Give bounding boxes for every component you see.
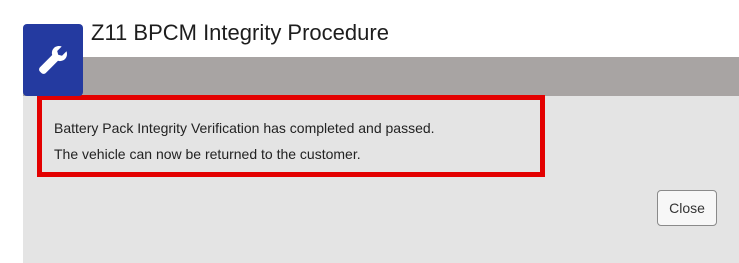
dialog-title-bar: Z11 BPCM Integrity Procedure (23, 12, 739, 57)
dialog-title: Z11 BPCM Integrity Procedure (91, 20, 389, 45)
wrench-icon (39, 46, 67, 74)
message-line-return: The vehicle can now be returned to the c… (54, 146, 361, 162)
message-line-completed: Battery Pack Integrity Verification has … (54, 120, 435, 136)
procedure-dialog: Z11 BPCM Integrity Procedure Battery Pac… (23, 12, 739, 263)
app-icon-tile (23, 24, 83, 96)
dialog-header-band (23, 57, 739, 96)
highlighted-message-box: Battery Pack Integrity Verification has … (37, 95, 545, 177)
close-button[interactable]: Close (657, 190, 717, 226)
